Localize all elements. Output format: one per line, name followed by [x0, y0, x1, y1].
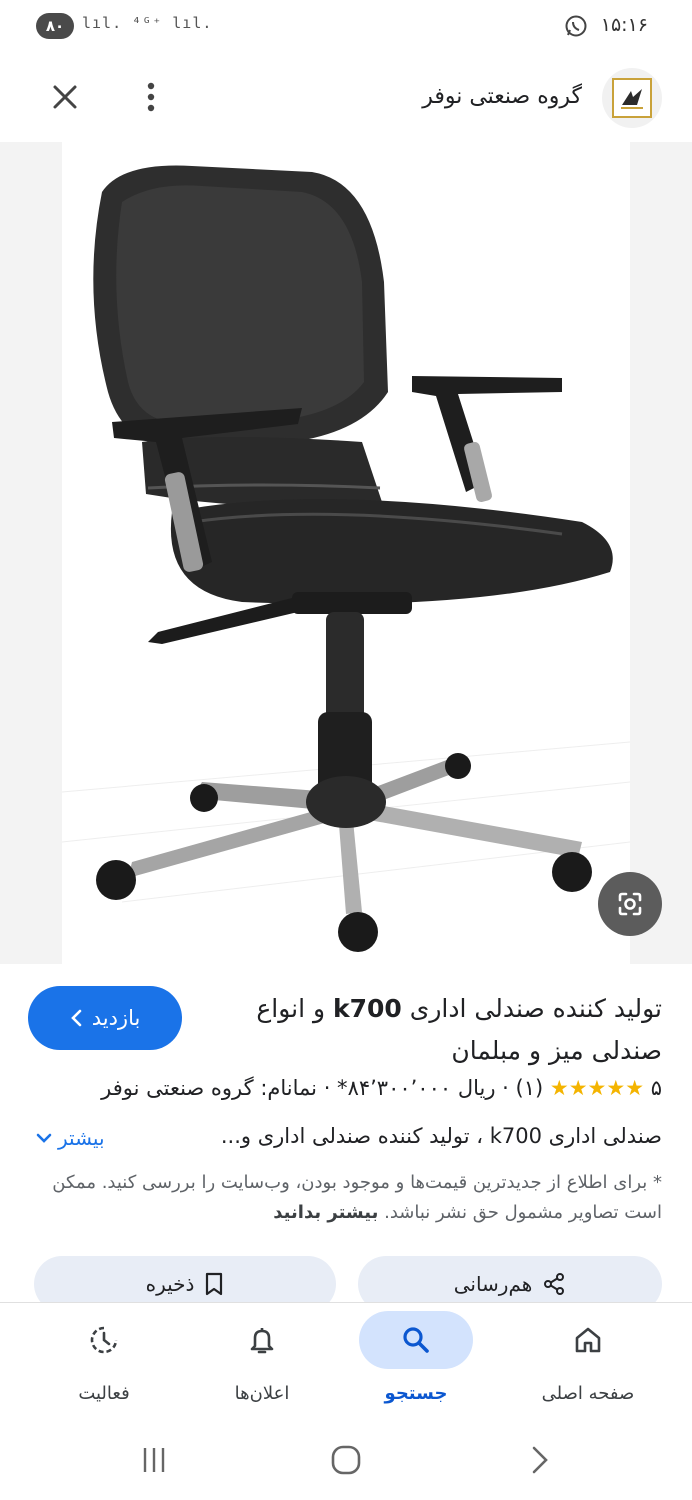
nav-activity-label: فعالیت [78, 1383, 130, 1404]
google-lens-button[interactable] [598, 872, 662, 936]
nav-activity-pill [47, 1311, 161, 1369]
rating-stars: ★★★★★ [549, 1076, 645, 1100]
logo-badge [612, 78, 652, 118]
visit-button[interactable]: بازدید [28, 986, 182, 1050]
share-icon [544, 1273, 565, 1295]
nav-notifications-label: اعلان‌ها [234, 1383, 290, 1404]
site-logo[interactable] [602, 68, 662, 128]
nav-activity[interactable]: فعالیت [18, 1311, 190, 1415]
result-description: صندلی اداری k700 ، تولید کننده صندلی ادا… [220, 1124, 662, 1148]
more-label: بیشتر [58, 1126, 105, 1150]
product-image[interactable] [61, 142, 631, 964]
bottom-navigation: صفحه اصلی جستجو اعلان‌ها فعالیت [0, 1302, 692, 1420]
home-system-button[interactable] [322, 1438, 370, 1482]
status-bar: ۸۰ lıl. ⁴ᴳ⁺ lıl. ۱۵:۱۶ [0, 0, 692, 54]
search-icon [403, 1327, 429, 1353]
nav-notifications-pill [205, 1311, 319, 1369]
result-title[interactable]: تولید کننده صندلی اداری k700 و انواع صند… [202, 988, 662, 1072]
nav-search-label: جستجو [384, 1383, 448, 1404]
share-label: هم‌رسانی [453, 1272, 533, 1296]
nav-search-pill [359, 1311, 473, 1369]
home-icon [575, 1327, 601, 1353]
title-model: k700 [333, 994, 402, 1023]
clock: ۱۵:۱۶ [600, 14, 648, 36]
battery-indicator: ۸۰ [36, 13, 74, 39]
close-button[interactable] [44, 76, 86, 118]
recent-apps-icon [143, 1448, 165, 1472]
image-preview-area [0, 142, 692, 964]
rating-price-line: ۵ ★★★★★ (۱) · ریال ۸۴٬۳۰۰٬۰۰۰* · نمانام:… [22, 1076, 662, 1100]
review-count: (۱) [515, 1076, 544, 1100]
nav-home-pill [531, 1311, 645, 1369]
logo-mark-icon [621, 89, 643, 109]
price-disclaimer: * برای اطلاع از جدیدترین قیمت‌ها و موجود… [22, 1168, 662, 1228]
learn-more-link[interactable]: بیشتر بدانید [273, 1202, 378, 1223]
office-chair-image [61, 165, 631, 952]
price-brand: · ریال ۸۴٬۳۰۰٬۰۰۰* · نمانام: گروه صنعتی … [101, 1076, 509, 1100]
recent-apps-button[interactable] [130, 1438, 178, 1482]
activity-icon [90, 1326, 118, 1354]
more-options-button[interactable] [134, 76, 168, 118]
nav-home-label: صفحه اصلی [541, 1383, 635, 1404]
back-icon [532, 1446, 548, 1474]
bell-icon [250, 1328, 274, 1354]
visit-label: بازدید [91, 1006, 141, 1030]
more-vert-icon [147, 82, 155, 112]
back-button[interactable] [516, 1438, 564, 1482]
chevron-down-icon [36, 1133, 52, 1143]
chevron-left-icon [70, 1009, 82, 1027]
home-circle-icon [331, 1445, 361, 1475]
rating-value: ۵ [650, 1076, 662, 1100]
save-label: ذخیره [145, 1272, 195, 1296]
viewer-header: گروه صنعتی نوفر [0, 60, 692, 136]
system-navigation-bar [0, 1420, 692, 1500]
nav-search[interactable]: جستجو [330, 1311, 502, 1415]
lens-icon [618, 892, 642, 916]
bookmark-icon [206, 1272, 223, 1296]
signal-indicators: lıl. ⁴ᴳ⁺ lıl. [82, 14, 213, 32]
nav-home[interactable]: صفحه اصلی [502, 1311, 674, 1415]
site-name[interactable]: گروه صنعتی نوفر [422, 84, 582, 109]
nav-notifications[interactable]: اعلان‌ها [176, 1311, 348, 1415]
close-icon [53, 85, 77, 109]
whatsapp-icon [565, 15, 587, 37]
title-pre: تولید کننده صندلی اداری [401, 994, 662, 1023]
more-button[interactable]: بیشتر [36, 1126, 105, 1150]
